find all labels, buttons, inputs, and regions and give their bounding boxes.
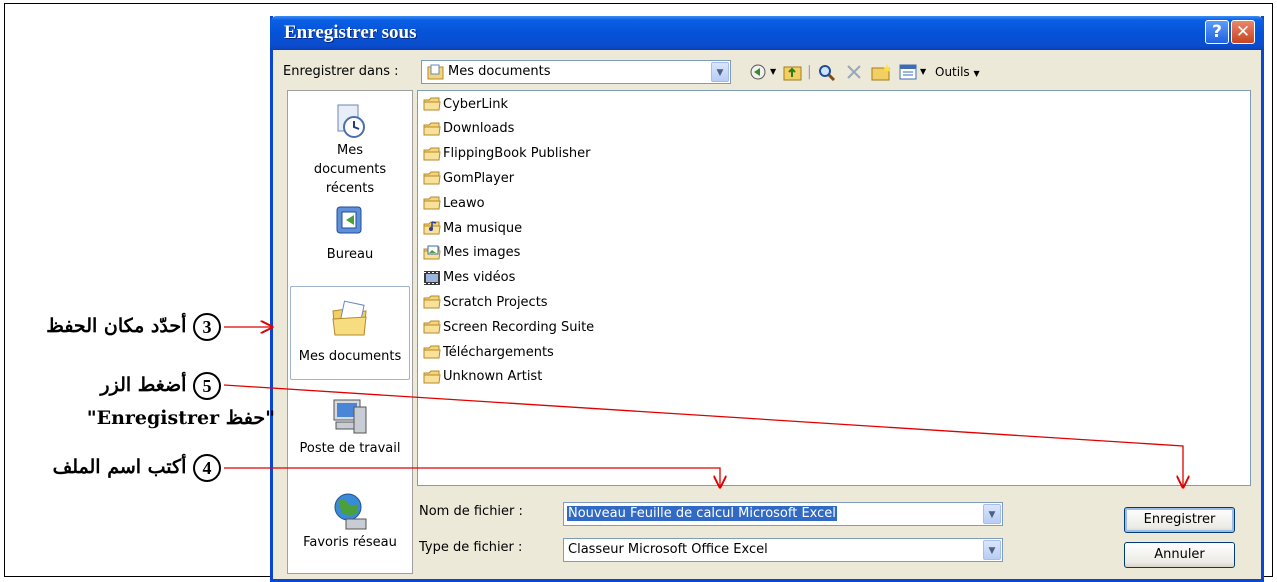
title-bar[interactable]: Enregistrer sous ? ✕ bbox=[270, 16, 1264, 50]
file-item[interactable]: GomPlayer bbox=[423, 167, 514, 189]
file-item-label: Mes images bbox=[443, 245, 521, 261]
close-button[interactable]: ✕ bbox=[1231, 20, 1255, 44]
save-as-dialog: Enregistrer sous ? ✕ Enregistrer dans : … bbox=[270, 16, 1264, 582]
file-item[interactable]: CyberLink bbox=[423, 93, 508, 115]
place-label: Bureau bbox=[326, 247, 374, 262]
place-desktop[interactable]: Bureau bbox=[290, 203, 410, 273]
step5-line1: أضغط الزر bbox=[100, 374, 187, 396]
places-bar: Mes documents récents Bureau Mes documen… bbox=[287, 90, 413, 574]
filetype-value: Classeur Microsoft Office Excel bbox=[568, 542, 768, 557]
my-documents-small-icon bbox=[427, 64, 444, 80]
folder-icon bbox=[423, 369, 443, 385]
file-item-label: GomPlayer bbox=[443, 170, 515, 186]
annotation-step5: 5 أضغط الزر bbox=[100, 372, 221, 400]
step-number-4: 4 bbox=[193, 454, 221, 482]
filename-field[interactable]: Nouveau Feuille de calcul Microsoft Exce… bbox=[563, 502, 1003, 526]
tools-menu[interactable]: Outils ▼ bbox=[935, 65, 980, 79]
folder-icon bbox=[423, 96, 443, 112]
folder-icon bbox=[423, 344, 443, 360]
file-item[interactable]: Screen Recording Suite bbox=[423, 316, 594, 338]
my-computer-icon bbox=[333, 399, 367, 434]
new-folder-icon[interactable] bbox=[871, 63, 893, 81]
filename-label-text: Nom de fichier : bbox=[419, 504, 523, 519]
filetype-label-text: Type de fichier : bbox=[419, 540, 523, 555]
step-number-5: 5 bbox=[193, 372, 221, 400]
annotation-step5-line2: "حفظ Enregistrer" bbox=[87, 407, 275, 429]
filetype-dropdown-icon[interactable]: ▼ bbox=[983, 540, 1001, 560]
chevron-down-icon[interactable]: ▼ bbox=[711, 62, 729, 82]
file-item-label: Leawo bbox=[443, 195, 485, 211]
annotation-step3: 3 أحدّد مكان الحفظ bbox=[46, 313, 221, 341]
network-places-icon bbox=[334, 493, 367, 530]
place-label: Poste de travail bbox=[299, 441, 401, 456]
filename-label: Nom de fichier : bbox=[419, 504, 523, 519]
step4-text: أكتب اسم الملف bbox=[52, 456, 187, 478]
my-documents-icon bbox=[332, 300, 367, 336]
file-item-label: Scratch Projects bbox=[443, 294, 548, 310]
views-icon[interactable] bbox=[899, 63, 919, 81]
file-item-label: Screen Recording Suite bbox=[443, 319, 595, 335]
step-number-3: 3 bbox=[193, 313, 221, 341]
file-item[interactable]: Leawo bbox=[423, 192, 485, 214]
save-button[interactable]: Enregistrer bbox=[1124, 507, 1235, 533]
dialog-title: Enregistrer sous bbox=[284, 22, 417, 43]
up-folder-icon[interactable] bbox=[783, 63, 803, 81]
music-folder-icon bbox=[423, 220, 443, 236]
place-label: Favoris réseau bbox=[303, 535, 397, 550]
file-item[interactable]: Ma musique bbox=[423, 217, 522, 239]
recent-documents-icon bbox=[337, 104, 365, 138]
filename-value: Nouveau Feuille de calcul Microsoft Exce… bbox=[567, 506, 837, 521]
place-my-documents[interactable]: Mes documents bbox=[290, 286, 410, 380]
file-item[interactable]: Mes images bbox=[423, 242, 520, 264]
file-item[interactable]: Downloads bbox=[423, 118, 514, 140]
folder-icon bbox=[423, 294, 443, 310]
save-in-value: Mes documents bbox=[448, 64, 551, 79]
folder-icon bbox=[423, 170, 443, 186]
cancel-button[interactable]: Annuler bbox=[1124, 542, 1235, 568]
file-item-label: FlippingBook Publisher bbox=[443, 146, 591, 162]
file-item[interactable]: Mes vidéos bbox=[423, 267, 515, 289]
file-list[interactable]: CyberLink Downloads FlippingBook Publisher… bbox=[417, 90, 1251, 486]
pictures-folder-icon bbox=[423, 245, 443, 261]
place-network[interactable]: Favoris réseau bbox=[290, 491, 410, 567]
videos-folder-icon bbox=[423, 270, 443, 286]
file-item[interactable]: Téléchargements bbox=[423, 341, 554, 363]
search-web-icon[interactable] bbox=[817, 63, 837, 81]
place-my-computer[interactable]: Poste de travail bbox=[290, 397, 410, 473]
folder-icon bbox=[423, 121, 443, 137]
folder-icon bbox=[423, 146, 443, 162]
file-item[interactable]: FlippingBook Publisher bbox=[423, 143, 590, 165]
filetype-label: Type de fichier : bbox=[419, 540, 522, 555]
file-item-label: Téléchargements bbox=[443, 344, 554, 360]
place-label: Mes documents bbox=[298, 349, 402, 364]
delete-icon[interactable] bbox=[845, 63, 865, 81]
toolbar-separator: | bbox=[807, 64, 812, 80]
tools-dropdown-icon: ▼ bbox=[973, 69, 980, 78]
tools-menu-label: Outils bbox=[935, 65, 970, 79]
file-item[interactable]: Scratch Projects bbox=[423, 291, 548, 313]
folder-icon bbox=[423, 195, 443, 211]
filetype-dropdown[interactable]: Classeur Microsoft Office Excel ▼ bbox=[563, 538, 1003, 562]
back-dropdown-icon[interactable]: ▼ bbox=[770, 63, 776, 81]
save-in-dropdown[interactable]: Mes documents ▼ bbox=[421, 60, 731, 84]
file-item-label: Downloads bbox=[443, 121, 515, 137]
file-item-label: CyberLink bbox=[443, 96, 508, 112]
place-recent-documents[interactable]: Mes documents récents bbox=[290, 103, 410, 196]
filename-dropdown-icon[interactable]: ▼ bbox=[983, 504, 1001, 524]
desktop-icon bbox=[336, 206, 362, 234]
file-item-label: Ma musique bbox=[443, 220, 523, 236]
file-item[interactable]: Unknown Artist bbox=[423, 366, 542, 388]
views-dropdown-icon[interactable]: ▼ bbox=[920, 63, 926, 81]
help-button[interactable]: ? bbox=[1205, 20, 1229, 44]
step3-text: أحدّد مكان الحفظ bbox=[46, 315, 187, 337]
file-item-label: Mes vidéos bbox=[443, 270, 516, 286]
save-in-label: Enregistrer dans : bbox=[283, 64, 399, 79]
annotation-step4: 4 أكتب اسم الملف bbox=[53, 454, 221, 482]
file-item-label: Unknown Artist bbox=[443, 369, 543, 385]
back-icon[interactable] bbox=[749, 63, 769, 81]
place-label: Mes documents récents bbox=[313, 143, 387, 196]
step5-line2: "حفظ Enregistrer" bbox=[86, 407, 275, 429]
folder-icon bbox=[423, 319, 443, 335]
